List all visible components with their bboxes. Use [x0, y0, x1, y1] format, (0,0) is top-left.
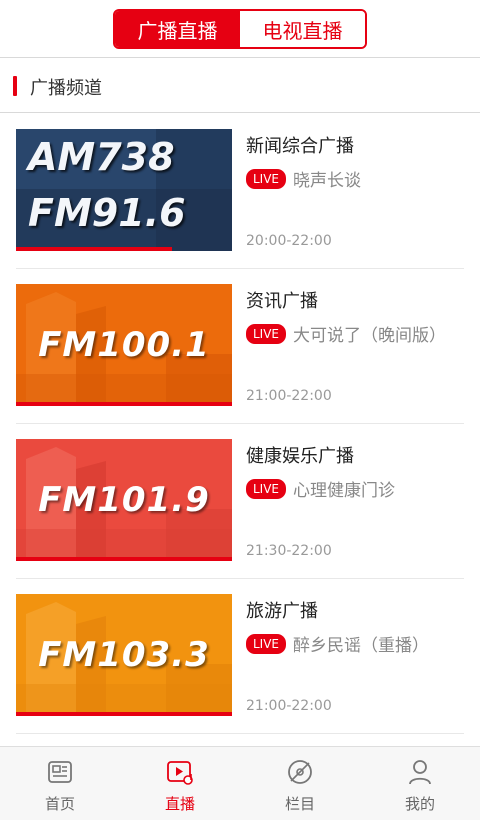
- channel-name: 新闻综合广播: [246, 136, 354, 157]
- program-time: 21:00-22:00: [246, 698, 332, 714]
- channel-name: 资讯广播: [246, 291, 318, 312]
- nav-label-columns: 栏目: [284, 795, 315, 813]
- live-badge: LIVE: [246, 633, 287, 654]
- nav-mine[interactable]: 我的: [360, 747, 480, 820]
- channel-thumbnail[interactable]: FM103.3: [16, 594, 232, 716]
- thumb-frequency: FM103.3: [38, 635, 210, 675]
- program-time: 20:00-22:00: [246, 233, 332, 249]
- live-badge: LIVE: [246, 478, 287, 499]
- live-badge: LIVE: [246, 168, 287, 189]
- channel-name: 健康娱乐广播: [246, 446, 354, 467]
- list-divider: [16, 733, 464, 734]
- news-icon: [48, 761, 72, 783]
- section-title: 广播频道: [30, 78, 102, 99]
- nav-label-live: 直播: [164, 795, 195, 813]
- channel-thumbnail[interactable]: AM738 FM91.6: [16, 129, 232, 251]
- thumb-underline: [16, 402, 232, 406]
- channel-item[interactable]: FM103.3 旅游广播 LIVE 醉乡民谣（重播） 21:00-22:00: [0, 579, 480, 734]
- nav-home[interactable]: 首页: [0, 747, 120, 820]
- program-title: 心理健康门诊: [293, 481, 396, 501]
- user-icon: [409, 760, 431, 785]
- section-header: 广播频道: [0, 59, 480, 113]
- bottom-nav: 首页 直播 栏目 我的: [0, 746, 480, 820]
- program-time: 21:00-22:00: [246, 388, 332, 404]
- current-program: LIVE 大可说了（晚间版）: [246, 321, 446, 346]
- program-title: 醉乡民谣（重播）: [293, 636, 430, 656]
- thumb-frequency: FM100.1: [38, 325, 210, 365]
- live-type-switch: 广播直播 电视直播: [113, 9, 367, 49]
- channel-item[interactable]: AM738 FM91.6 新闻综合广播 LIVE 晓声长谈 20:00-22:0…: [0, 114, 480, 269]
- program-time: 21:30-22:00: [246, 543, 332, 559]
- live-badge: LIVE: [246, 323, 287, 344]
- live-video-icon: [167, 761, 193, 785]
- nav-columns[interactable]: 栏目: [240, 747, 360, 820]
- thumb-frequency: FM101.9: [38, 480, 210, 520]
- program-title: 晓声长谈: [293, 171, 362, 191]
- nav-live[interactable]: 直播: [120, 747, 240, 820]
- channel-name: 旅游广播: [246, 601, 318, 622]
- top-bar: 广播直播 电视直播: [0, 0, 480, 58]
- thumb-frequency-fm: FM91.6: [28, 191, 186, 235]
- current-program: LIVE 心理健康门诊: [246, 476, 395, 501]
- nav-label-mine: 我的: [404, 795, 435, 813]
- channel-item[interactable]: FM100.1 资讯广播 LIVE 大可说了（晚间版） 21:00-22:00: [0, 269, 480, 424]
- current-program: LIVE 醉乡民谣（重播）: [246, 631, 429, 656]
- tab-radio-live[interactable]: 广播直播: [115, 11, 240, 47]
- channel-thumbnail[interactable]: FM100.1: [16, 284, 232, 406]
- section-accent-bar: [13, 76, 17, 96]
- tab-tv-live[interactable]: 电视直播: [240, 11, 365, 47]
- channel-thumbnail[interactable]: FM101.9: [16, 439, 232, 561]
- program-title: 大可说了（晚间版）: [293, 326, 447, 346]
- current-program: LIVE 晓声长谈: [246, 166, 361, 191]
- thumb-underline: [16, 247, 172, 251]
- thumb-underline: [16, 557, 232, 561]
- column-disc-icon: [288, 760, 312, 784]
- channel-item[interactable]: FM101.9 健康娱乐广播 LIVE 心理健康门诊 21:30-22:00: [0, 424, 480, 579]
- thumb-frequency-am: AM738: [28, 135, 175, 179]
- thumb-underline: [16, 712, 232, 716]
- nav-label-home: 首页: [44, 795, 75, 813]
